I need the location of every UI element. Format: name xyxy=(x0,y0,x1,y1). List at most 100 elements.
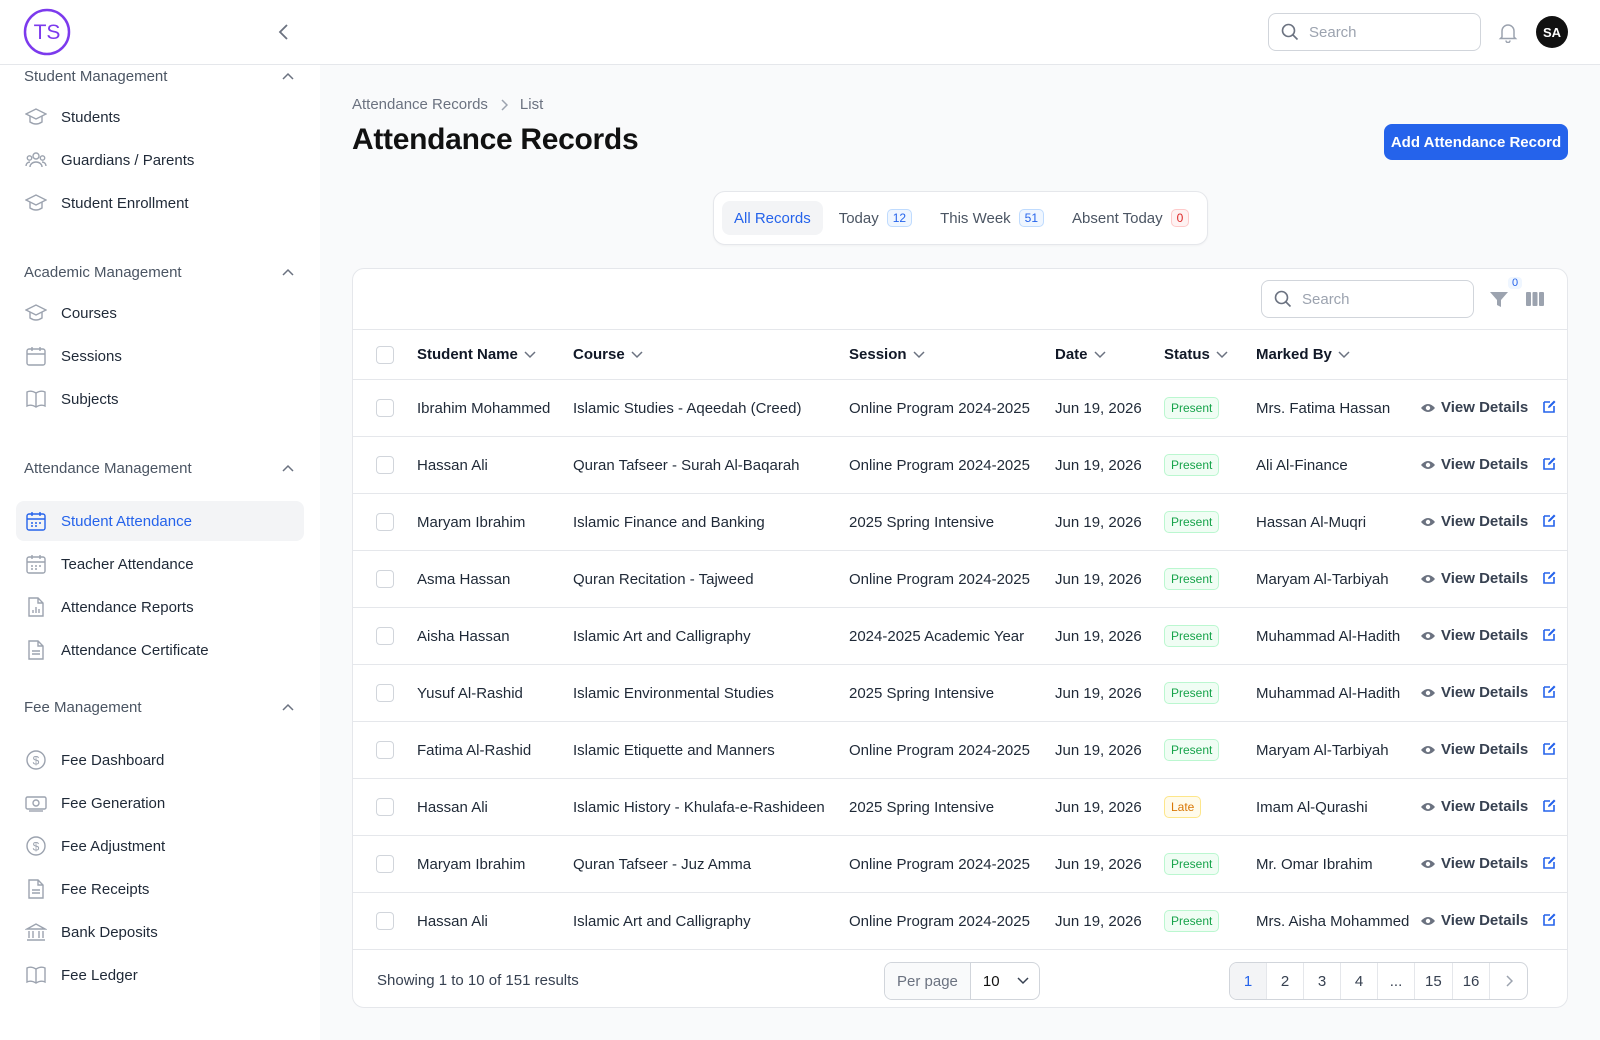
page-button[interactable]: 3 xyxy=(1304,963,1341,999)
group-fee-management[interactable]: Fee Management xyxy=(24,695,294,719)
group-academic-management[interactable]: Academic Management xyxy=(24,260,294,284)
view-details-link[interactable]: View Details xyxy=(1420,513,1528,530)
sidebar-item-fee-generation[interactable]: Fee Generation xyxy=(16,783,304,823)
filter-icon[interactable] xyxy=(1487,287,1511,311)
sidebar-item-fee-ledger[interactable]: Fee Ledger xyxy=(16,955,304,995)
column-header[interactable]: Date xyxy=(1055,329,1164,380)
row-checkbox[interactable] xyxy=(376,570,394,589)
view-details-link[interactable]: View Details xyxy=(1420,627,1528,644)
edit-link[interactable] xyxy=(1542,399,1557,414)
table-row[interactable]: Fatima Al-Rashid Islamic Etiquette and Ma… xyxy=(353,721,1567,779)
edit-link[interactable] xyxy=(1542,456,1557,471)
bell-icon[interactable] xyxy=(1497,21,1519,43)
sidebar-item-label: Fee Ledger xyxy=(61,966,138,984)
pagination-ellipsis: ... xyxy=(1378,963,1415,999)
view-details-link[interactable]: View Details xyxy=(1420,399,1528,416)
sidebar-item-courses[interactable]: Courses xyxy=(16,293,304,333)
page-button[interactable]: 1 xyxy=(1230,963,1267,999)
add-attendance-record-button[interactable]: Add Attendance Record xyxy=(1384,124,1568,160)
edit-icon xyxy=(1543,400,1556,413)
table-row[interactable]: Hassan Ali Islamic History - Khulafa-e-Ra… xyxy=(353,778,1567,836)
status-badge: Present xyxy=(1164,625,1220,647)
columns-icon[interactable] xyxy=(1525,289,1545,309)
edit-link[interactable] xyxy=(1542,855,1557,870)
cell-course: Islamic Finance and Banking xyxy=(573,493,849,551)
view-details-link[interactable]: View Details xyxy=(1420,912,1528,929)
view-details-link[interactable]: View Details xyxy=(1420,570,1528,587)
table-row[interactable]: Asma Hassan Quran Recitation - Tajweed Onl… xyxy=(353,550,1567,608)
sidebar-item-subjects[interactable]: Subjects xyxy=(16,379,304,419)
edit-link[interactable] xyxy=(1542,513,1557,528)
tab-this-week[interactable]: This Week 51 xyxy=(928,201,1056,235)
global-search[interactable] xyxy=(1268,13,1481,51)
edit-link[interactable] xyxy=(1542,627,1557,642)
breadcrumb-parent[interactable]: Attendance Records xyxy=(352,96,488,113)
sidebar-item-bank-deposits[interactable]: Bank Deposits xyxy=(16,912,304,952)
table-row[interactable]: Maryam Ibrahim Quran Tafseer - Juz Amma On… xyxy=(353,835,1567,893)
table-row[interactable]: Hassan Ali Islamic Art and Calligraphy Onl… xyxy=(353,892,1567,950)
tab-today[interactable]: Today 12 xyxy=(827,201,924,235)
group-title: Attendance Management xyxy=(24,459,192,477)
sidebar-item-teacher-attendance[interactable]: Teacher Attendance xyxy=(16,544,304,584)
sidebar-item-student-enrollment[interactable]: Student Enrollment xyxy=(16,183,304,223)
sidebar-item-fee-adjustment[interactable]: $ Fee Adjustment xyxy=(16,826,304,866)
column-header[interactable]: Student Name xyxy=(417,329,573,380)
edit-link[interactable] xyxy=(1542,684,1557,699)
column-header[interactable]: Status xyxy=(1164,329,1256,380)
column-header[interactable]: Marked By xyxy=(1256,329,1420,380)
avatar[interactable]: SA xyxy=(1536,16,1568,48)
logo[interactable]: TS xyxy=(23,8,71,56)
column-header[interactable]: Course xyxy=(573,329,849,380)
table-row[interactable]: Hassan Ali Quran Tafseer - Surah Al-Baqar… xyxy=(353,436,1567,494)
row-checkbox[interactable] xyxy=(376,456,394,475)
group-student-management[interactable]: Student Management xyxy=(24,65,294,88)
sidebar-item-guardians[interactable]: Guardians / Parents xyxy=(16,140,304,180)
edit-link[interactable] xyxy=(1542,570,1557,585)
sidebar-item-sessions[interactable]: Sessions xyxy=(16,336,304,376)
page-button[interactable]: 15 xyxy=(1415,963,1453,999)
page-button[interactable]: 2 xyxy=(1267,963,1304,999)
sidebar-item-fee-receipts[interactable]: Fee Receipts xyxy=(16,869,304,909)
row-checkbox[interactable] xyxy=(376,684,394,703)
table-row[interactable]: Ibrahim Mohammed Islamic Studies - Aqeeda… xyxy=(353,379,1567,437)
row-checkbox[interactable] xyxy=(376,627,394,646)
collapse-sidebar-button[interactable] xyxy=(272,20,296,44)
table-row[interactable]: Aisha Hassan Islamic Art and Calligraphy 2… xyxy=(353,607,1567,665)
global-search-input[interactable] xyxy=(1309,23,1459,41)
sidebar-item-students[interactable]: Students xyxy=(16,97,304,137)
sidebar-item-fee-dashboard[interactable]: $ Fee Dashboard xyxy=(16,740,304,780)
row-checkbox[interactable] xyxy=(376,513,394,532)
view-details-link[interactable]: View Details xyxy=(1420,798,1528,815)
row-checkbox[interactable] xyxy=(376,912,394,931)
table-search[interactable] xyxy=(1261,280,1474,318)
view-details-link[interactable]: View Details xyxy=(1420,456,1528,473)
column-header[interactable]: Session xyxy=(849,329,1055,380)
row-checkbox[interactable] xyxy=(376,855,394,874)
tab-absent-today[interactable]: Absent Today 0 xyxy=(1060,201,1201,235)
next-page-button[interactable] xyxy=(1490,963,1527,999)
table-search-input[interactable] xyxy=(1302,290,1452,308)
sidebar-item-student-attendance[interactable]: Student Attendance xyxy=(16,501,304,541)
sidebar-item-attendance-reports[interactable]: Attendance Reports xyxy=(16,587,304,627)
per-page-select[interactable]: 10 xyxy=(971,963,1039,999)
edit-link[interactable] xyxy=(1542,912,1557,927)
view-details-link[interactable]: View Details xyxy=(1420,684,1528,701)
row-checkbox[interactable] xyxy=(376,741,394,760)
sidebar-item-attendance-certificate[interactable]: Attendance Certificate xyxy=(16,630,304,670)
page-button[interactable]: 4 xyxy=(1341,963,1378,999)
cell-session: Online Program 2024-2025 xyxy=(849,379,1055,437)
select-all-checkbox[interactable] xyxy=(376,345,394,364)
row-checkbox[interactable] xyxy=(376,399,394,418)
table-row[interactable]: Maryam Ibrahim Islamic Finance and Bankin… xyxy=(353,493,1567,551)
row-checkbox[interactable] xyxy=(376,798,394,817)
edit-link[interactable] xyxy=(1542,798,1557,813)
tab-all-records[interactable]: All Records xyxy=(722,201,823,235)
cell-date: Jun 19, 2026 xyxy=(1055,778,1164,836)
group-attendance-management[interactable]: Attendance Management xyxy=(24,456,294,480)
view-details-link[interactable]: View Details xyxy=(1420,741,1528,758)
view-details-link[interactable]: View Details xyxy=(1420,855,1528,872)
page-button[interactable]: 16 xyxy=(1453,963,1491,999)
edit-link[interactable] xyxy=(1542,741,1557,756)
status-badge: Present xyxy=(1164,568,1220,590)
table-row[interactable]: Yusuf Al-Rashid Islamic Environmental Stu… xyxy=(353,664,1567,722)
